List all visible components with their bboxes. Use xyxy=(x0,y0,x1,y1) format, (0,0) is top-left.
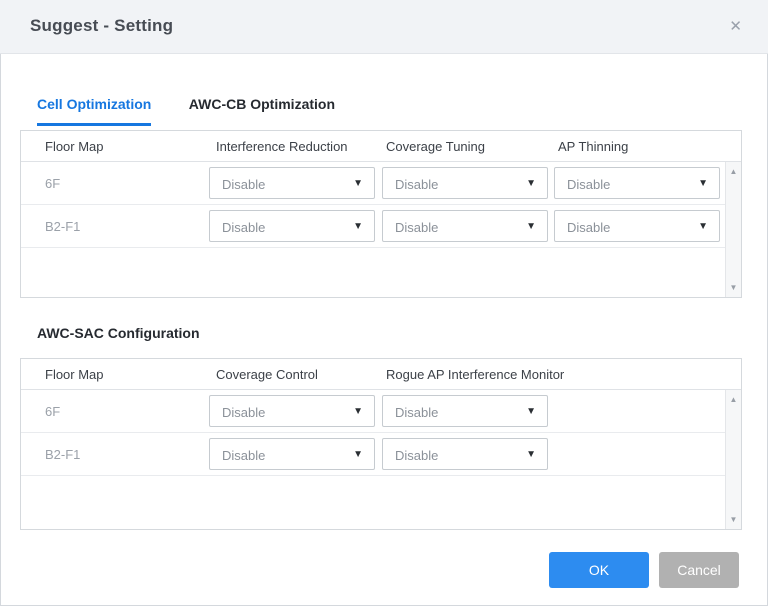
sac-table-header-row: Floor Map Coverage Control Rogue AP Inte… xyxy=(21,359,741,390)
suggest-setting-dialog: { "dialog": { "title": "Suggest - Settin… xyxy=(0,0,768,606)
chevron-down-icon: ▼ xyxy=(698,178,708,190)
col-header-coverage-control: Coverage Control xyxy=(216,367,318,382)
scroll-down-icon[interactable]: ▼ xyxy=(726,515,741,524)
select-value: Disable xyxy=(395,220,438,235)
cell-table-header-row: Floor Map Interference Reduction Coverag… xyxy=(21,131,741,162)
floor-map-label: 6F xyxy=(45,404,60,419)
col-header-floor-map: Floor Map xyxy=(45,139,104,154)
interference-reduction-select-6f[interactable]: Disable ▼ xyxy=(209,167,375,199)
select-value: Disable xyxy=(395,405,438,420)
chevron-down-icon: ▼ xyxy=(698,221,708,233)
tab-awc-cb-optimization[interactable]: AWC-CB Optimization xyxy=(189,96,335,123)
cancel-button[interactable]: Cancel xyxy=(659,552,739,588)
select-value: Disable xyxy=(395,177,438,192)
tab-bar: Cell Optimization AWC-CB Optimization xyxy=(37,96,335,126)
ok-button[interactable]: OK xyxy=(549,552,649,588)
table-row-b2-f1: B2-F1 Disable ▼ Disable ▼ Disable ▼ xyxy=(21,205,741,248)
coverage-tuning-select-b2-f1[interactable]: Disable ▼ xyxy=(382,210,548,242)
chevron-down-icon: ▼ xyxy=(353,449,363,461)
cell-table-scrollbar[interactable]: ▲ ▼ xyxy=(725,162,741,297)
chevron-down-icon: ▼ xyxy=(353,221,363,233)
awc-sac-table: Floor Map Coverage Control Rogue AP Inte… xyxy=(20,358,742,530)
table-row-6f: 6F Disable ▼ Disable ▼ xyxy=(21,390,741,433)
ap-thinning-select-b2-f1[interactable]: Disable ▼ xyxy=(554,210,720,242)
table-row-b2-f1: B2-F1 Disable ▼ Disable ▼ xyxy=(21,433,741,476)
col-header-interference-reduction: Interference Reduction xyxy=(216,139,348,154)
col-header-ap-thinning: AP Thinning xyxy=(558,139,628,154)
chevron-down-icon: ▼ xyxy=(353,178,363,190)
chevron-down-icon: ▼ xyxy=(526,449,536,461)
interference-reduction-select-b2-f1[interactable]: Disable ▼ xyxy=(209,210,375,242)
close-icon[interactable]: ✕ xyxy=(729,17,742,37)
coverage-control-select-b2-f1[interactable]: Disable ▼ xyxy=(209,438,375,470)
select-value: Disable xyxy=(567,177,610,192)
scroll-down-icon[interactable]: ▼ xyxy=(726,283,741,292)
chevron-down-icon: ▼ xyxy=(353,406,363,418)
dialog-title: Suggest - Setting xyxy=(30,16,173,36)
select-value: Disable xyxy=(222,220,265,235)
select-value: Disable xyxy=(222,177,265,192)
scroll-up-icon[interactable]: ▲ xyxy=(726,167,741,176)
col-header-coverage-tuning: Coverage Tuning xyxy=(386,139,485,154)
select-value: Disable xyxy=(395,448,438,463)
coverage-tuning-select-6f[interactable]: Disable ▼ xyxy=(382,167,548,199)
select-value: Disable xyxy=(567,220,610,235)
awc-sac-section-title: AWC-SAC Configuration xyxy=(37,325,200,341)
scroll-up-icon[interactable]: ▲ xyxy=(726,395,741,404)
col-header-floor-map: Floor Map xyxy=(45,367,104,382)
floor-map-label: B2-F1 xyxy=(45,219,80,234)
floor-map-label: B2-F1 xyxy=(45,447,80,462)
tab-cell-optimization[interactable]: Cell Optimization xyxy=(37,96,151,126)
ap-thinning-select-6f[interactable]: Disable ▼ xyxy=(554,167,720,199)
sac-table-scrollbar[interactable]: ▲ ▼ xyxy=(725,390,741,529)
coverage-control-select-6f[interactable]: Disable ▼ xyxy=(209,395,375,427)
floor-map-label: 6F xyxy=(45,176,60,191)
chevron-down-icon: ▼ xyxy=(526,406,536,418)
table-row-6f: 6F Disable ▼ Disable ▼ Disable ▼ xyxy=(21,162,741,205)
chevron-down-icon: ▼ xyxy=(526,178,536,190)
cell-optimization-table: Floor Map Interference Reduction Coverag… xyxy=(20,130,742,298)
rogue-ap-monitor-select-b2-f1[interactable]: Disable ▼ xyxy=(382,438,548,470)
select-value: Disable xyxy=(222,448,265,463)
rogue-ap-monitor-select-6f[interactable]: Disable ▼ xyxy=(382,395,548,427)
dialog-header: Suggest - Setting ✕ xyxy=(0,0,768,54)
col-header-rogue-ap-interference-monitor: Rogue AP Interference Monitor xyxy=(386,367,564,382)
select-value: Disable xyxy=(222,405,265,420)
chevron-down-icon: ▼ xyxy=(526,221,536,233)
